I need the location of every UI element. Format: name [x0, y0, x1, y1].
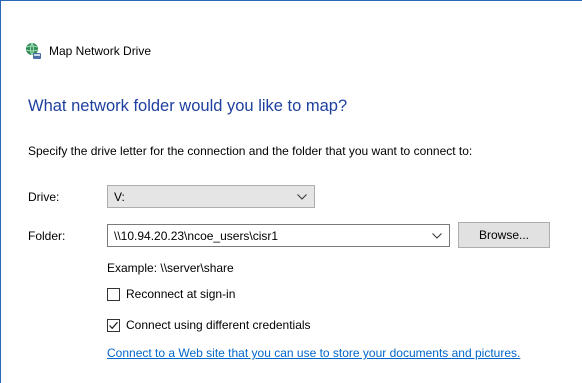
drive-select-value: V:: [114, 189, 125, 204]
reconnect-option[interactable]: Reconnect at sign-in: [107, 287, 235, 301]
title-bar: Map Network Drive: [24, 41, 151, 61]
credentials-checkbox[interactable]: [107, 318, 120, 332]
dialog-title: Map Network Drive: [49, 44, 152, 58]
browse-button[interactable]: Browse...: [458, 222, 550, 248]
chevron-down-icon[interactable]: [290, 186, 314, 207]
reconnect-checkbox[interactable]: [107, 287, 120, 301]
folder-input[interactable]: \\10.94.20.23\ncoe_users\cisr1: [114, 229, 425, 243]
instruction-text: Specify the drive letter for the connect…: [28, 144, 473, 158]
reconnect-label: Reconnect at sign-in: [126, 287, 236, 301]
folder-combobox[interactable]: \\10.94.20.23\ncoe_users\cisr1: [107, 224, 450, 247]
example-text: Example: \\server\share: [107, 261, 234, 275]
checkmark-icon: [109, 321, 118, 329]
web-site-link[interactable]: Connect to a Web site that you can use t…: [107, 346, 520, 360]
folder-label: Folder:: [28, 229, 66, 243]
credentials-label: Connect using different credentials: [126, 318, 311, 332]
drive-select[interactable]: V:: [107, 185, 315, 208]
credentials-option[interactable]: Connect using different credentials: [107, 318, 311, 332]
network-drive-icon: [24, 42, 42, 60]
map-network-drive-dialog: Map Network Drive What network folder wo…: [0, 0, 582, 383]
drive-label: Drive:: [28, 190, 60, 204]
page-heading: What network folder would you like to ma…: [28, 97, 348, 115]
chevron-down-icon[interactable]: [425, 225, 449, 246]
